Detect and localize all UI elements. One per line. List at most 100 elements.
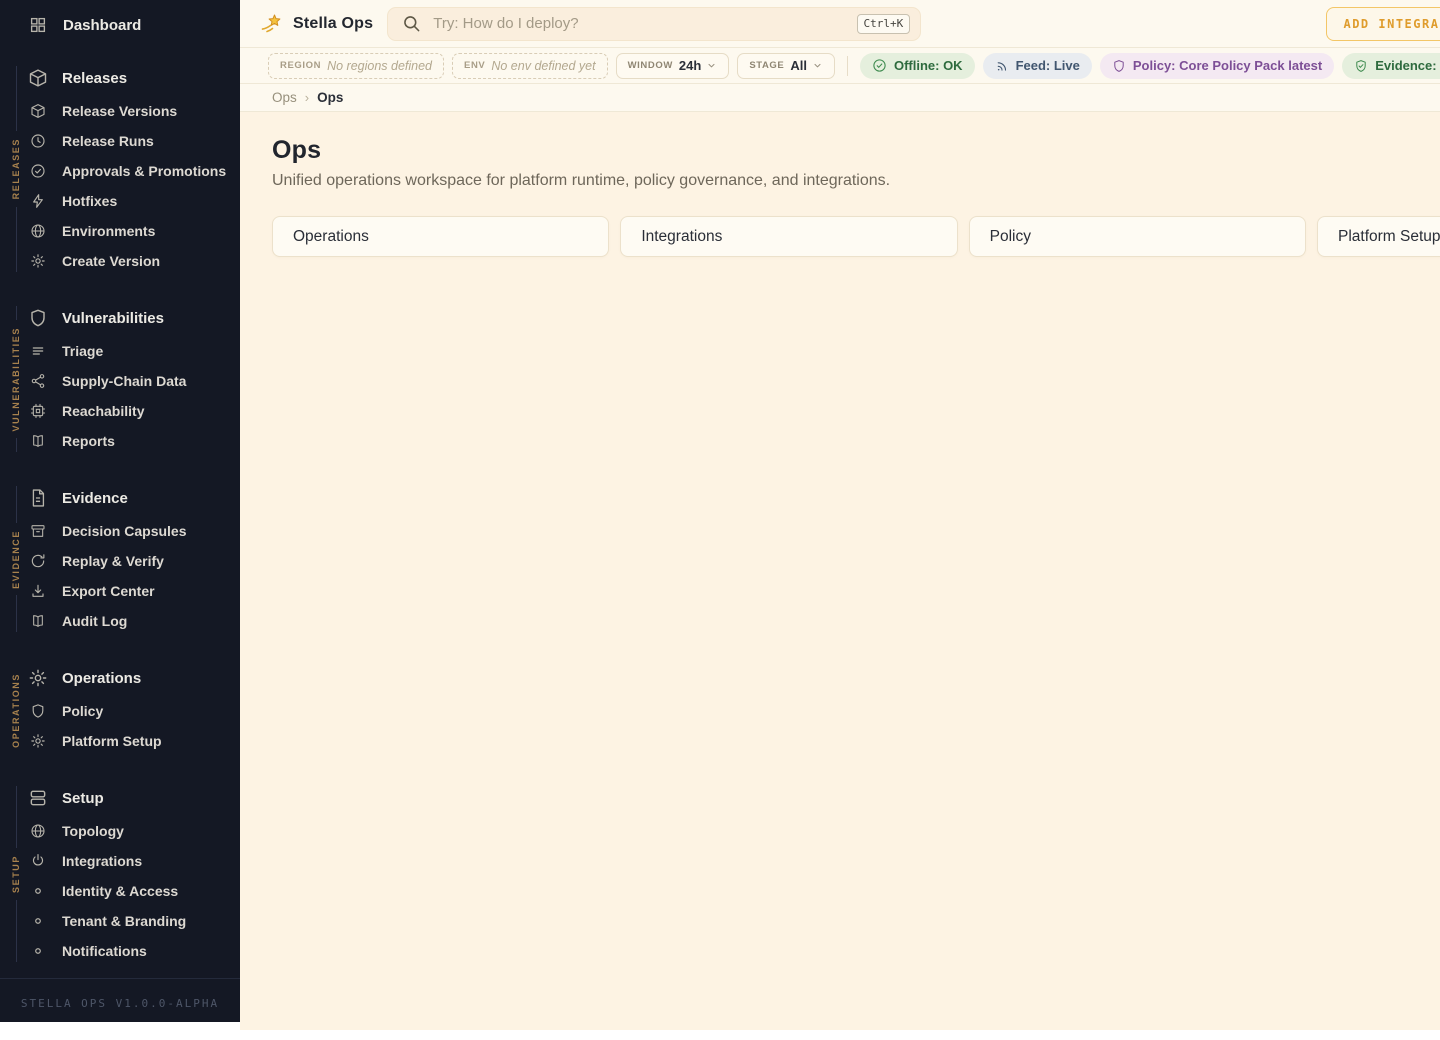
search-input[interactable]: [433, 15, 844, 32]
sidebar-item-replay-verify[interactable]: Replay & Verify: [0, 546, 240, 576]
book-icon: [28, 611, 48, 631]
archive-icon: [28, 521, 48, 541]
sidebar-item-notifications[interactable]: Notifications: [0, 936, 240, 966]
sidebar-item-reachability[interactable]: Reachability: [0, 396, 240, 426]
env-filter-chip[interactable]: ENV No env defined yet: [452, 53, 608, 79]
sidebar-item-triage[interactable]: Triage: [0, 336, 240, 366]
sidebar-item-audit-log[interactable]: Audit Log: [0, 606, 240, 636]
page-title: Ops: [272, 136, 1440, 165]
shield-check-icon: [1354, 59, 1368, 73]
sidebar-item-vulnerabilities[interactable]: Vulnerabilities: [0, 300, 240, 336]
cpu-icon: [28, 401, 48, 421]
dot-icon: [28, 911, 48, 931]
app-window: Dashboard RELEASES Releases Release Vers…: [0, 0, 1440, 1030]
sidebar-item-evidence[interactable]: Evidence: [0, 480, 240, 516]
check-circle-icon: [872, 58, 887, 73]
brand-name: Stella Ops: [293, 15, 373, 33]
sidebar-item-environments[interactable]: Environments: [0, 216, 240, 246]
sidebar-item-platform-setup[interactable]: Platform Setup: [0, 726, 240, 756]
sidebar-item-release-versions[interactable]: Release Versions: [0, 96, 240, 126]
sidebar-item-label: Dashboard: [63, 17, 141, 34]
brand[interactable]: Stella Ops: [260, 12, 373, 36]
sidebar-section-operations: OPERATIONS Operations Policy Platform Se…: [0, 652, 240, 768]
grid-icon: [28, 15, 48, 35]
global-search[interactable]: Ctrl+K: [387, 7, 921, 41]
breadcrumb-current: Ops: [317, 90, 343, 105]
dot-icon: [28, 881, 48, 901]
document-icon: [28, 488, 48, 508]
globe-icon: [28, 821, 48, 841]
evidence-status-badge[interactable]: Evidence: ON: [1342, 53, 1440, 79]
sidebar-section-releases: RELEASES Releases Release Versions Relea…: [0, 52, 240, 288]
sidebar-item-release-runs[interactable]: Release Runs: [0, 126, 240, 156]
sidebar-item-create-version[interactable]: Create Version: [0, 246, 240, 276]
ops-nav-cards: Operations Integrations Policy Platform …: [272, 216, 1440, 257]
package-icon: [28, 101, 48, 121]
app-version: STELLA OPS V1.0.0-ALPHA: [21, 997, 219, 1010]
lightning-icon: [28, 191, 48, 211]
chevron-right-icon: ›: [305, 90, 309, 105]
card-integrations[interactable]: Integrations: [620, 216, 957, 257]
sidebar-item-reports[interactable]: Reports: [0, 426, 240, 456]
policy-status-badge[interactable]: Policy: Core Policy Pack latest: [1100, 53, 1334, 79]
add-integration-button[interactable]: ADD INTEGRATION: [1326, 7, 1440, 41]
card-platform-setup[interactable]: Platform Setup: [1317, 216, 1440, 257]
sidebar-item-topology[interactable]: Topology: [0, 816, 240, 846]
sidebar-item-operations[interactable]: Operations: [0, 660, 240, 696]
main-content: Ops Unified operations workspace for pla…: [240, 112, 1440, 1030]
sidebar-item-releases[interactable]: Releases: [0, 60, 240, 96]
power-icon: [28, 851, 48, 871]
sidebar-section-evidence: EVIDENCE Evidence Decision Capsules Repl…: [0, 472, 240, 648]
feed-status-badge[interactable]: Feed: Live: [983, 53, 1092, 79]
sidebar-item-policy[interactable]: Policy: [0, 696, 240, 726]
sidebar-item-integrations[interactable]: Integrations: [0, 846, 240, 876]
globe-icon: [28, 221, 48, 241]
layers-icon: [28, 788, 48, 808]
breadcrumb-item[interactable]: Ops: [272, 90, 297, 105]
download-icon: [28, 581, 48, 601]
sidebar-item-supply-chain-data[interactable]: Supply-Chain Data: [0, 366, 240, 396]
clock-icon: [28, 131, 48, 151]
sidebar-section-setup: SETUP Setup Topology Integrations Identi…: [0, 772, 240, 978]
refresh-icon: [28, 551, 48, 571]
share-nodes-icon: [28, 371, 48, 391]
sidebar-item-decision-capsules[interactable]: Decision Capsules: [0, 516, 240, 546]
shield-icon: [28, 701, 48, 721]
offline-status-badge[interactable]: Offline: OK: [860, 53, 975, 79]
bottom-strip: [0, 1030, 1440, 1040]
keyboard-shortcut-badge: Ctrl+K: [857, 14, 911, 34]
sidebar-item-hotfixes[interactable]: Hotfixes: [0, 186, 240, 216]
statusbar-divider: [847, 56, 848, 76]
sidebar-item-dashboard[interactable]: Dashboard: [0, 0, 240, 48]
card-policy[interactable]: Policy: [969, 216, 1306, 257]
chevron-down-icon: [812, 60, 823, 71]
status-filter-bar: REGION No regions defined ENV No env def…: [240, 48, 1440, 84]
sidebar-item-export-center[interactable]: Export Center: [0, 576, 240, 606]
topbar: Stella Ops Ctrl+K ADD INTEGRATION qa-vis…: [240, 0, 1440, 48]
shooting-star-logo-icon: [260, 12, 284, 36]
gear-icon: [28, 668, 48, 688]
window-filter-dropdown[interactable]: WINDOW 24h: [616, 53, 730, 79]
content-area: Stella Ops Ctrl+K ADD INTEGRATION qa-vis…: [240, 0, 1440, 1030]
book-icon: [28, 431, 48, 451]
sidebar-item-approvals-promotions[interactable]: Approvals & Promotions: [0, 156, 240, 186]
breadcrumb: Ops › Ops: [240, 84, 1440, 112]
card-operations[interactable]: Operations: [272, 216, 609, 257]
sidebar-footer: STELLA OPS V1.0.0-ALPHA: [0, 978, 240, 1030]
sidebar-item-identity-access[interactable]: Identity & Access: [0, 876, 240, 906]
package-icon: [28, 68, 48, 88]
region-filter-chip[interactable]: REGION No regions defined: [268, 53, 444, 79]
gear-icon: [28, 251, 48, 271]
sidebar: Dashboard RELEASES Releases Release Vers…: [0, 0, 240, 1022]
search-icon: [402, 14, 421, 33]
gear-icon: [28, 731, 48, 751]
sidebar-item-tenant-branding[interactable]: Tenant & Branding: [0, 906, 240, 936]
page-subtitle: Unified operations workspace for platfor…: [272, 172, 1440, 190]
chevron-down-icon: [706, 60, 717, 71]
stage-filter-dropdown[interactable]: STAGE All: [737, 53, 835, 79]
shield-icon: [28, 308, 48, 328]
sidebar-section-vulnerabilities: VULNERABILITIES Vulnerabilities Triage S…: [0, 292, 240, 468]
dot-icon: [28, 941, 48, 961]
sidebar-item-setup[interactable]: Setup: [0, 780, 240, 816]
feed-icon: [995, 59, 1009, 73]
